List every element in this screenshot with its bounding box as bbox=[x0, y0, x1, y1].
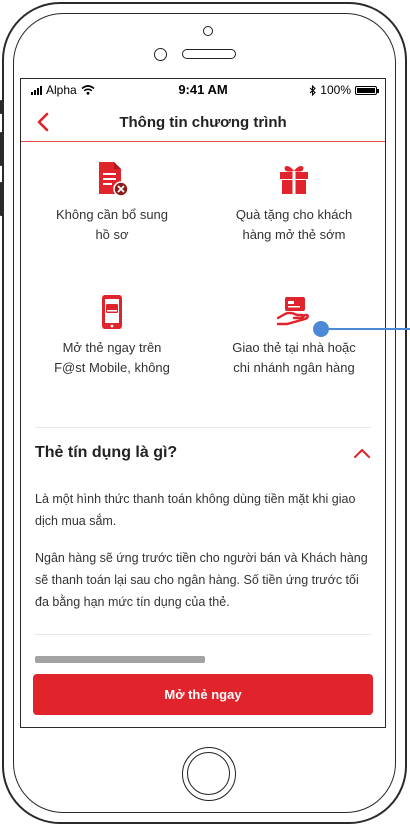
benefit-item: Giao thẻ tại nhà hoặc chi nhánh ngân hàn… bbox=[209, 292, 379, 378]
mute-switch bbox=[0, 100, 3, 114]
benefit-text-line2: hồ sơ bbox=[95, 227, 129, 242]
volume-up-button bbox=[0, 132, 3, 166]
benefit-text-line2: hàng mở thẻ sớm bbox=[242, 227, 346, 242]
proximity-sensor bbox=[154, 48, 167, 61]
benefit-text-line2: chi nhánh ngân hàng bbox=[233, 360, 355, 375]
home-button[interactable] bbox=[182, 747, 236, 801]
status-right: 100% bbox=[309, 83, 379, 97]
faq-answer-paragraph: Ngân hàng sẽ ứng trước tiền cho người bá… bbox=[35, 551, 368, 609]
page-title: Thông tin chương trình bbox=[119, 114, 287, 131]
status-bar: Alpha 9:41 AM 100% bbox=[21, 79, 385, 101]
benefit-item: Mở thẻ ngay trên F@st Mobile, không bbox=[27, 292, 197, 378]
nav-bar: Thông tin chương trình bbox=[21, 105, 385, 142]
annotation-leader-line bbox=[329, 328, 410, 330]
battery-percent: 100% bbox=[320, 83, 351, 97]
annotation-hotspot bbox=[313, 321, 329, 337]
phone-screen: Alpha 9:41 AM 100% Thông tin chương trìn… bbox=[20, 78, 386, 728]
benefit-text-line2: F@st Mobile, không bbox=[54, 360, 170, 375]
home-button-ring bbox=[187, 752, 230, 795]
benefit-text-line1: Giao thẻ tại nhà hoặc bbox=[232, 340, 356, 355]
card-hand-icon bbox=[276, 297, 309, 326]
section-divider bbox=[35, 634, 371, 635]
document-reject-icon bbox=[99, 162, 129, 197]
bluetooth-icon bbox=[309, 84, 317, 96]
section-divider bbox=[35, 427, 371, 428]
volume-down-button bbox=[0, 182, 3, 216]
chevron-up-icon[interactable] bbox=[351, 443, 373, 463]
faq-question[interactable]: Thẻ tín dụng là gì? bbox=[35, 444, 177, 462]
faq-answer-paragraph: Là một hình thức thanh toán không dùng t… bbox=[35, 492, 356, 528]
next-faq-question-cropped bbox=[35, 656, 205, 663]
battery-icon bbox=[355, 85, 379, 95]
open-card-button[interactable]: Mở thẻ ngay bbox=[33, 674, 373, 715]
mobile-card-icon bbox=[102, 295, 122, 329]
benefit-item: Không cần bổ sung hồ sơ bbox=[27, 159, 197, 245]
gift-icon bbox=[280, 166, 308, 194]
benefit-text-line1: Mở thẻ ngay trên bbox=[62, 340, 162, 355]
earpiece-speaker bbox=[182, 49, 236, 59]
benefit-text-line1: Quà tặng cho khách bbox=[235, 207, 353, 222]
front-camera bbox=[203, 26, 213, 36]
benefit-item: Quà tặng cho khách hàng mở thẻ sớm bbox=[209, 159, 379, 245]
benefit-text-line1: Không cần bổ sung bbox=[55, 207, 169, 222]
